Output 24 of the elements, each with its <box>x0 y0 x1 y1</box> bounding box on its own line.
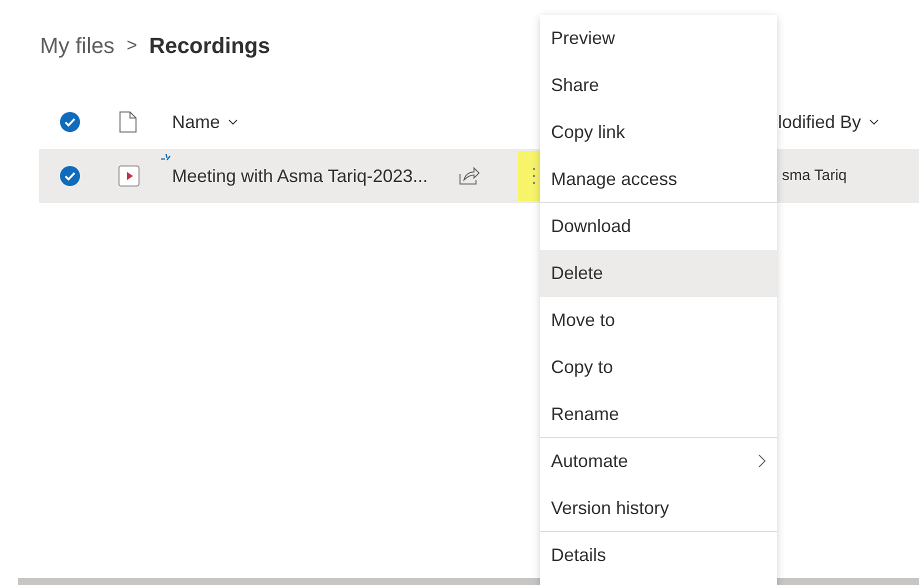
menu-item[interactable]: Version history <box>540 485 777 532</box>
menu-item[interactable]: Automate <box>540 438 777 485</box>
breadcrumb-separator: > <box>126 34 138 56</box>
menu-item[interactable]: Delete <box>540 250 777 297</box>
chevron-right-icon <box>758 454 766 468</box>
video-file-icon <box>118 165 140 187</box>
menu-item[interactable]: Download <box>540 203 777 250</box>
table-cell-text: sma Tariq <box>781 166 847 186</box>
menu-item[interactable]: Move to <box>540 297 777 344</box>
breadcrumb-link[interactable]: My files <box>40 28 115 62</box>
checkmark-icon[interactable] <box>60 112 80 132</box>
menu-item[interactable]: Copy link <box>540 109 777 156</box>
share-icon[interactable] <box>458 166 480 186</box>
breadcrumb-current: Recordings <box>149 32 270 60</box>
menu-item[interactable]: Rename <box>540 391 777 438</box>
checkmark-icon[interactable] <box>60 166 80 186</box>
file-icon <box>118 111 138 133</box>
more-vertical-icon <box>532 166 536 186</box>
menu-item[interactable]: Copy to <box>540 344 777 391</box>
menu-item[interactable]: Manage access <box>540 156 777 203</box>
menu-item[interactable]: Details <box>540 532 777 579</box>
menu-item[interactable]: Share <box>540 62 777 109</box>
file-name-link[interactable]: Meeting with Asma Tariq-2023... <box>172 166 428 186</box>
menu-item[interactable]: Preview <box>540 15 777 62</box>
